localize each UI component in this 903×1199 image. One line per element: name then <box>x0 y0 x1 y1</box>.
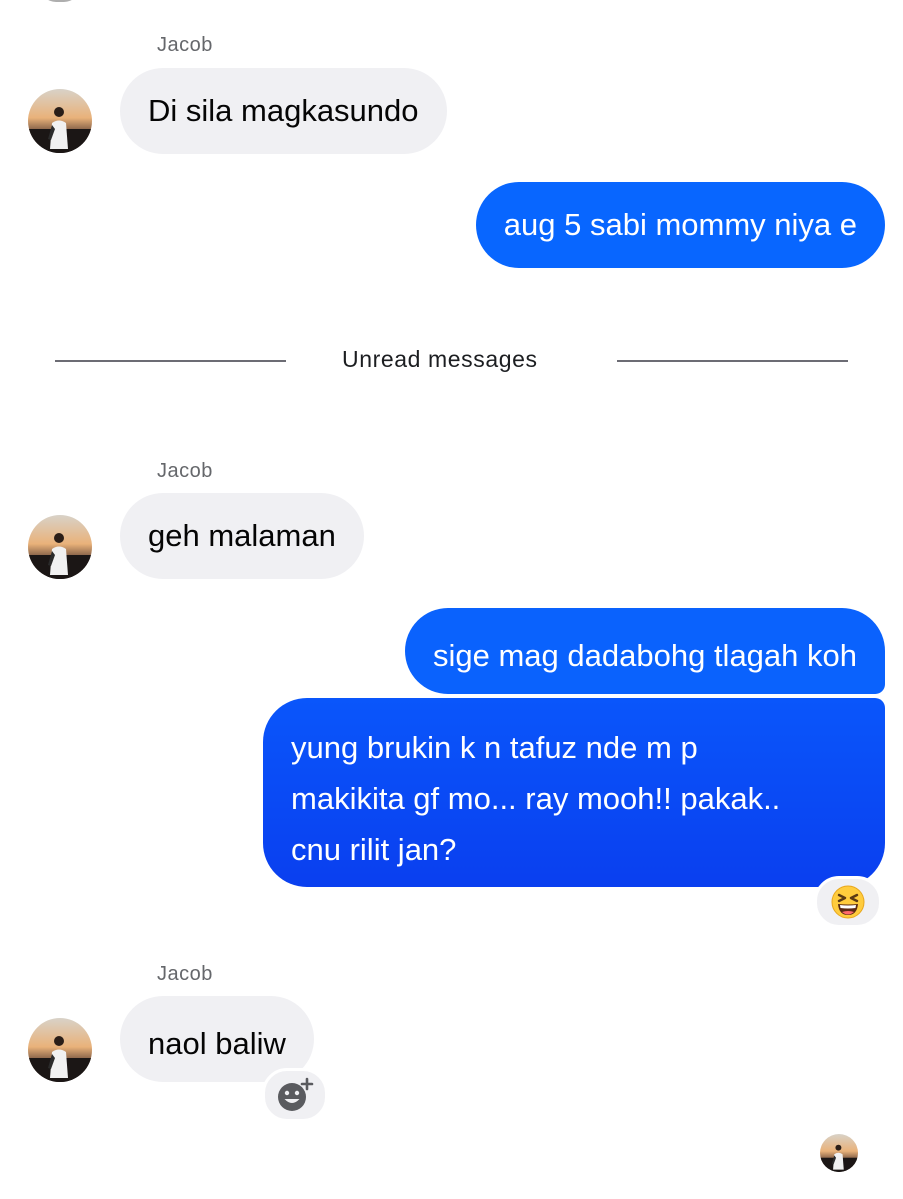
divider-line-right <box>617 360 848 362</box>
message-line: yung brukin k n tafuz nde m p <box>291 730 698 765</box>
message-bubble-outgoing-multiline[interactable]: yung brukin k n tafuz nde m p makikita g… <box>263 698 885 887</box>
avatar[interactable] <box>28 515 92 579</box>
message-line: cnu rilit jan? <box>291 832 457 867</box>
message-bubble-incoming[interactable]: Di sila magkasundo <box>120 68 447 154</box>
message-bubble-outgoing[interactable]: aug 5 sabi mommy niya e <box>475 182 885 268</box>
unread-messages-divider: Unread messages <box>342 346 538 372</box>
read-receipt-avatar <box>820 1134 858 1172</box>
grinning-squinting-face-icon <box>831 885 865 919</box>
sender-name: Jacob <box>157 460 213 482</box>
previous-avatar-edge <box>40 0 80 2</box>
avatar[interactable] <box>28 89 92 153</box>
message-bubble-outgoing[interactable]: sige mag dadabohg tlagah koh <box>405 608 885 694</box>
divider-line-left <box>55 360 286 362</box>
add-reaction-icon <box>278 1077 314 1111</box>
sender-name: Jacob <box>157 34 213 56</box>
message-reaction[interactable] <box>814 876 882 928</box>
message-bubble-incoming[interactable]: geh malaman <box>120 493 364 579</box>
message-line: makikita gf mo... ray mooh!! pakak.. <box>291 781 781 816</box>
avatar[interactable] <box>28 1018 92 1082</box>
sender-name: Jacob <box>157 963 213 985</box>
add-reaction-button[interactable] <box>262 1068 328 1122</box>
